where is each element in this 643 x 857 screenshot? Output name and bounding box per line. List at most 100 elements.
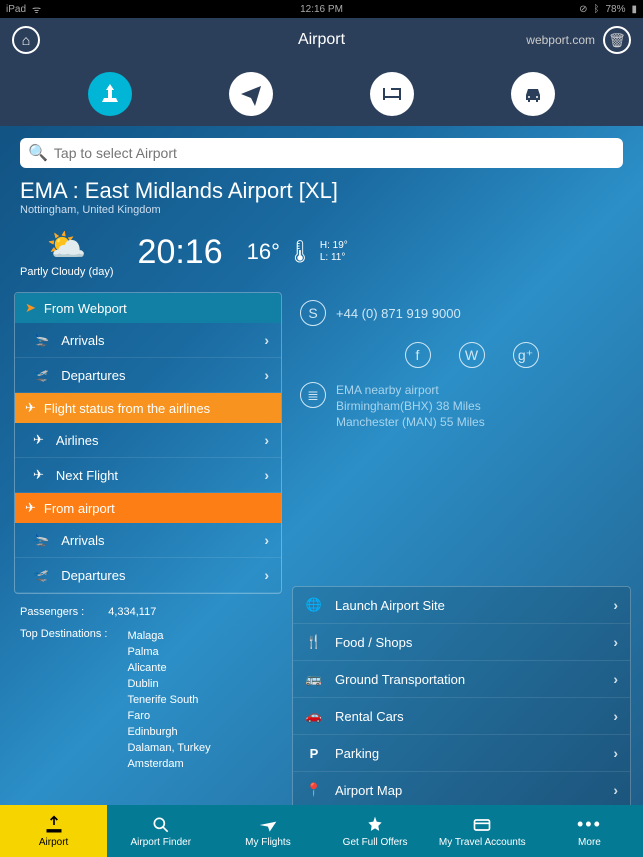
- panel-rental-cars[interactable]: 🚗Rental Cars ›: [293, 698, 630, 735]
- list-item: Faro: [127, 708, 210, 724]
- nav-airport-finder[interactable]: Airport Finder: [107, 805, 214, 857]
- parking-icon: P: [305, 744, 323, 762]
- nav-get-offers[interactable]: Get Full Offers: [322, 805, 429, 857]
- nearby-line1: Birmingham(BHX) 38 Miles: [336, 398, 485, 414]
- battery-icon: ▮: [631, 4, 637, 15]
- airport-title: EMA : East Midlands Airport [XL]: [20, 178, 623, 204]
- bottom-nav: Airport Airport Finder My Flights Get Fu…: [0, 805, 643, 857]
- plane-icon: ✈: [25, 500, 36, 516]
- menu-next-flight[interactable]: ✈Next Flight ›: [15, 458, 281, 493]
- tab-send[interactable]: [229, 72, 273, 116]
- search-input[interactable]: [54, 145, 615, 161]
- nearby-icon[interactable]: ≣: [300, 382, 326, 408]
- list-item: Edinburgh: [127, 724, 210, 740]
- car-icon: 🚗: [305, 707, 323, 725]
- local-time: 20:16: [138, 233, 223, 272]
- list-item: Amsterdam: [127, 756, 210, 772]
- search-icon: 🔍: [28, 143, 48, 163]
- status-bar: iPad ᯤ 12:16 PM ⊘ ᛒ 78% ▮: [0, 0, 643, 18]
- chevron-right-icon: ›: [613, 745, 618, 761]
- page-title: Airport: [298, 31, 345, 49]
- menu-header-airport: ✈ From airport: [15, 493, 281, 523]
- menu-header-webport-label: From Webport: [44, 301, 127, 316]
- chevron-right-icon: ›: [264, 367, 269, 383]
- nav-my-flights[interactable]: My Flights: [214, 805, 321, 857]
- menu-header-airport-label: From airport: [44, 501, 115, 516]
- chevron-right-icon: ›: [613, 671, 618, 687]
- arrivals-icon: 🛬: [33, 532, 49, 548]
- list-item: Tenerife South: [127, 692, 210, 708]
- globe-icon: 🌐: [305, 596, 323, 614]
- temp-high: H: 19°: [320, 240, 348, 252]
- panel-food-shops[interactable]: 🍴Food / Shops ›: [293, 624, 630, 661]
- menu-departures[interactable]: 🛫Departures ›: [15, 358, 281, 393]
- weather-condition: Partly Cloudy (day): [20, 266, 114, 278]
- temp-low: L: 11°: [320, 252, 348, 264]
- passengers-value: 4,334,117: [108, 606, 156, 618]
- menu-departures-2[interactable]: 🛫Departures ›: [15, 558, 281, 593]
- list-item: Dalaman, Turkey: [127, 740, 210, 756]
- chevron-right-icon: ›: [613, 597, 618, 613]
- status-time: 12:16 PM: [300, 4, 343, 15]
- departures-icon: 🛫: [33, 567, 49, 583]
- nav-travel-accounts[interactable]: My Travel Accounts: [429, 805, 536, 857]
- battery-label: 78%: [605, 4, 625, 15]
- chevron-right-icon: ›: [613, 708, 618, 724]
- map-pin-icon: 📍: [305, 781, 323, 799]
- rotation-lock-icon: ⊘: [579, 4, 587, 15]
- arrivals-icon: 🛬: [33, 332, 49, 348]
- chevron-right-icon: ›: [264, 467, 269, 483]
- list-item: Dublin: [127, 676, 210, 692]
- chevron-right-icon: ›: [264, 532, 269, 548]
- panel-ground-transport[interactable]: 🚌Ground Transportation ›: [293, 661, 630, 698]
- chevron-right-icon: ›: [264, 567, 269, 583]
- plane-icon: ✈: [25, 400, 36, 416]
- tab-airport[interactable]: [88, 72, 132, 116]
- chevron-right-icon: ›: [613, 782, 618, 798]
- mode-tabs: [0, 62, 643, 126]
- nearby-title: EMA nearby airport: [336, 382, 485, 398]
- wifi-icon: ᯤ: [32, 2, 41, 16]
- chevron-right-icon: ›: [613, 634, 618, 650]
- nav-more[interactable]: ••• More: [536, 805, 643, 857]
- airline-icon: ✈: [33, 432, 44, 448]
- nearby-line2: Manchester (MAN) 55 Miles: [336, 414, 485, 430]
- departures-icon: 🛫: [33, 367, 49, 383]
- temperature: 16°: [247, 239, 280, 265]
- menu-arrivals-2[interactable]: 🛬Arrivals ›: [15, 523, 281, 558]
- bus-icon: 🚌: [305, 670, 323, 688]
- thermometer-icon: 🌡: [286, 239, 314, 265]
- device-label: iPad: [6, 4, 26, 15]
- list-item: Malaga: [127, 628, 210, 644]
- list-item: Palma: [127, 644, 210, 660]
- menu-header-airlines: ✈ Flight status from the airlines: [15, 393, 281, 423]
- destinations-list: Malaga Palma Alicante Dublin Tenerife So…: [127, 628, 210, 772]
- stats-block: Passengers : 4,334,117 Top Destinations …: [14, 594, 282, 784]
- panel-airport-map[interactable]: 📍Airport Map ›: [293, 772, 630, 809]
- header-bar: ⌂ Airport webport.com 🗑: [0, 18, 643, 62]
- passengers-label: Passengers :: [20, 606, 84, 618]
- tab-car[interactable]: [511, 72, 555, 116]
- delete-button[interactable]: 🗑: [603, 26, 631, 54]
- facebook-icon[interactable]: f: [405, 342, 431, 368]
- googleplus-icon[interactable]: g⁺: [513, 342, 539, 368]
- skype-icon[interactable]: S: [300, 300, 326, 326]
- food-icon: 🍴: [305, 633, 323, 651]
- search-input-wrap[interactable]: 🔍: [20, 138, 623, 168]
- top-destinations-label: Top Destinations :: [20, 628, 107, 772]
- tab-hotel[interactable]: [370, 72, 414, 116]
- menu-header-airlines-label: Flight status from the airlines: [44, 401, 210, 416]
- home-button[interactable]: ⌂: [12, 26, 40, 54]
- panel-launch-site[interactable]: 🌐Launch Airport Site ›: [293, 587, 630, 624]
- phone-number: +44 (0) 871 919 9000: [336, 306, 461, 321]
- weather-row: ⛅ Partly Cloudy (day) 20:16 16° 🌡 H: 19°…: [0, 218, 643, 292]
- panel-parking[interactable]: PParking ›: [293, 735, 630, 772]
- menu-airlines[interactable]: ✈Airlines ›: [15, 423, 281, 458]
- more-icon: •••: [577, 814, 602, 835]
- list-item: Alicante: [127, 660, 210, 676]
- nav-airport[interactable]: Airport: [0, 805, 107, 857]
- menu-arrivals[interactable]: 🛬Arrivals ›: [15, 323, 281, 358]
- wikipedia-icon[interactable]: W: [459, 342, 485, 368]
- airport-subtitle: Nottingham, United Kingdom: [20, 204, 623, 216]
- bluetooth-icon: ᛒ: [593, 4, 599, 15]
